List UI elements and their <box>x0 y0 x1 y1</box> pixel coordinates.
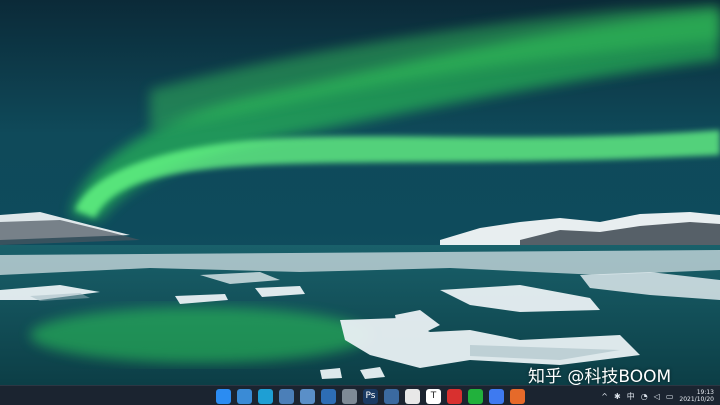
feishu-icon[interactable] <box>489 388 504 404</box>
clock-time: 19:13 <box>696 389 714 396</box>
store-icon[interactable] <box>321 388 336 404</box>
desktop-icon[interactable] <box>237 388 252 404</box>
ime-indicator[interactable]: 中 <box>627 391 635 402</box>
qq-penguin-icon[interactable] <box>405 388 420 404</box>
desktop-wallpaper-aurora <box>0 0 720 385</box>
photoshop-icon[interactable]: Ps <box>363 388 378 404</box>
clock-date: 2021/10/20 <box>679 396 714 403</box>
system-tray: ^ ✱ 中 ◔ ◁ ▭ 19:13 2021/10/20 <box>601 388 714 404</box>
battery-icon[interactable]: ▭ <box>666 392 674 401</box>
bluetooth-icon[interactable]: ✱ <box>614 392 621 401</box>
calendar-icon[interactable] <box>384 388 399 404</box>
firefox-icon[interactable] <box>510 388 525 404</box>
mail-icon[interactable] <box>279 388 294 404</box>
clock[interactable]: 19:13 2021/10/20 <box>679 389 714 403</box>
taskbar: Ps T ^ ✱ 中 ◔ ◁ ▭ 19:13 2021/10/20 <box>0 385 720 405</box>
tray-overflow-chevron-icon[interactable]: ^ <box>601 392 608 401</box>
edge-browser-icon[interactable] <box>258 388 273 404</box>
windows-start-icon[interactable] <box>216 388 231 404</box>
wechat-icon[interactable] <box>468 388 483 404</box>
settings-gear-icon[interactable] <box>342 388 357 404</box>
typora-icon[interactable]: T <box>426 388 441 404</box>
volume-icon[interactable]: ◁ <box>654 392 660 401</box>
netease-music-icon[interactable] <box>447 388 462 404</box>
wifi-icon[interactable]: ◔ <box>641 392 648 401</box>
taskbar-app-list: Ps T <box>216 388 525 404</box>
monitor-icon[interactable] <box>300 388 315 404</box>
zhihu-watermark: 知乎 @科技BOOM <box>528 367 672 387</box>
